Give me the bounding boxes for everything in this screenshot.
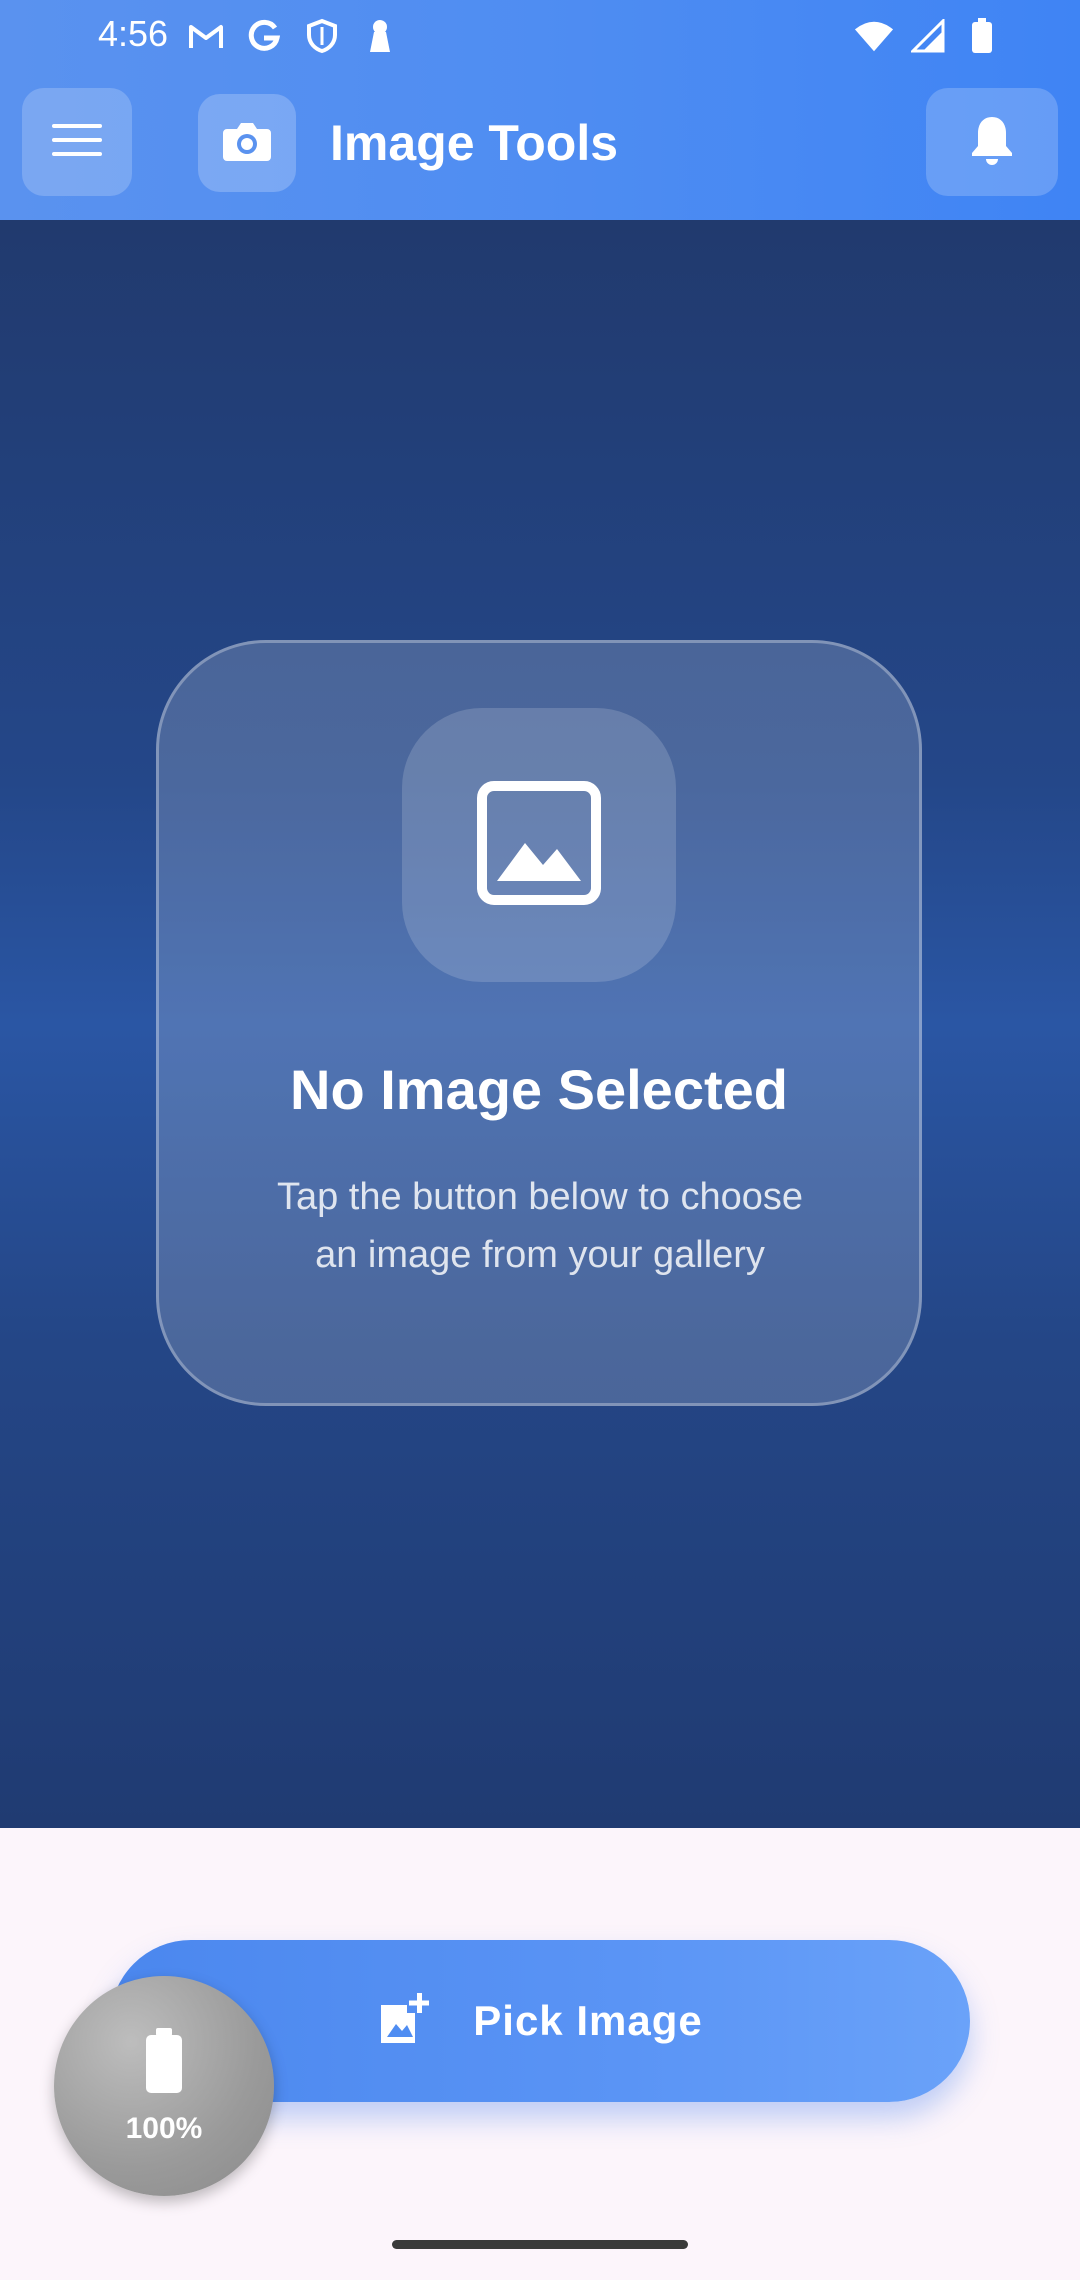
menu-icon — [52, 122, 102, 163]
empty-state-icon-container — [402, 708, 676, 982]
image-icon — [477, 780, 601, 910]
status-bar: 4:56 — [0, 0, 1080, 68]
pick-image-label: Pick Image — [473, 1997, 703, 2044]
home-indicator[interactable] — [392, 2240, 688, 2249]
battery-icon — [962, 16, 1002, 56]
google-icon — [244, 16, 284, 56]
bell-icon — [970, 114, 1014, 171]
app-logo — [198, 94, 296, 192]
empty-state-description: Tap the button below to choose an image … — [276, 1176, 804, 1276]
system-icons — [854, 14, 1002, 58]
empty-state-title: No Image Selected — [290, 1058, 788, 1121]
app-title: Image Tools — [330, 115, 619, 171]
battery-widget[interactable]: 100% — [54, 1976, 274, 2196]
status-time: 4:56 — [98, 13, 169, 54]
battery-icon — [142, 2028, 186, 2099]
keyhole-icon — [360, 16, 400, 56]
gmail-icon — [186, 16, 226, 56]
menu-button[interactable] — [22, 88, 132, 196]
top-app-bar: 4:56 Image Tools — [0, 0, 1080, 220]
add-photo-icon — [377, 1991, 433, 2052]
camera-icon — [222, 120, 272, 167]
notification-icons — [186, 14, 400, 58]
wifi-icon — [854, 16, 894, 56]
battery-percentage: 100% — [125, 2112, 203, 2145]
shield-icon — [302, 16, 342, 56]
cell-signal-icon — [908, 16, 948, 56]
notifications-button[interactable] — [926, 88, 1058, 196]
